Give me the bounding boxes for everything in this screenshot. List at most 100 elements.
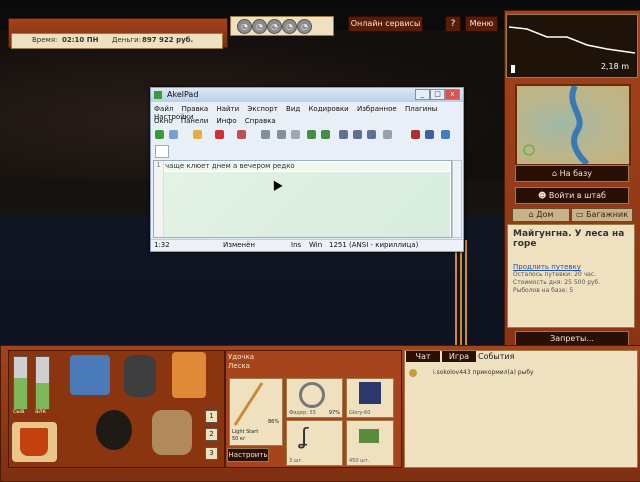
menu-button[interactable]: Меню: [465, 16, 498, 32]
chat-panel: i.sokolov443 прикормил(а) рыбу: [404, 350, 638, 468]
line-spool-icon: [359, 382, 381, 404]
close-icon[interactable]: x: [445, 89, 460, 100]
line-number: 1: [154, 161, 164, 237]
forward-icon[interactable]: [321, 130, 330, 139]
reel-label: Фидер: 55: [289, 410, 316, 416]
text-editor[interactable]: 1 чаще клюет днем а вечером редко: [153, 160, 452, 238]
editor-text[interactable]: чаще клюет днем а вечером редко: [165, 162, 449, 171]
line-label: Glory-60: [349, 410, 371, 416]
view-icon[interactable]: [383, 130, 392, 139]
menu-item[interactable]: Справка: [245, 117, 276, 125]
editor-area[interactable]: [164, 172, 450, 237]
battery-icon: [511, 65, 515, 73]
akelpad-toolbar: [153, 130, 459, 142]
rod-icon[interactable]: [460, 240, 462, 345]
backpack-icon[interactable]: [124, 355, 156, 397]
bait-count: 450 шт.: [349, 458, 370, 464]
replace-icon[interactable]: [353, 130, 362, 139]
pot-icon[interactable]: [96, 410, 132, 450]
creel-icon[interactable]: [152, 410, 192, 455]
location-map[interactable]: [515, 84, 631, 167]
bait-icon[interactable]: ◔: [237, 19, 252, 34]
menu-item[interactable]: Экспорт: [247, 105, 277, 113]
reel-cell[interactable]: Фидер: 55 97%: [286, 378, 343, 418]
rod-icon[interactable]: [465, 240, 467, 345]
bait-icon[interactable]: ◔: [282, 19, 297, 34]
menu-item[interactable]: Инфо: [217, 117, 237, 125]
slot-number[interactable]: 1: [205, 410, 218, 423]
depth-profile: 2,18 m: [506, 14, 638, 78]
rod-icon[interactable]: [455, 240, 457, 345]
reel-condition: 97%: [328, 410, 340, 416]
paste-icon[interactable]: [291, 130, 300, 139]
save-icon[interactable]: [237, 130, 246, 139]
setup-button[interactable]: Настроить: [227, 448, 269, 462]
to-base-button[interactable]: ⌂ На базу: [515, 165, 629, 182]
menu-item[interactable]: Файл: [154, 105, 173, 113]
open-icon[interactable]: [169, 130, 178, 139]
menu-item[interactable]: Найти: [216, 105, 239, 113]
help-button[interactable]: ?: [445, 16, 461, 32]
tab-events[interactable]: События: [478, 351, 514, 362]
slot-number[interactable]: 2: [205, 428, 218, 441]
event-icon: [409, 369, 417, 377]
akelpad-titlebar[interactable]: AkelPad _ □ x: [151, 88, 463, 102]
goto-icon[interactable]: [367, 130, 376, 139]
menu-item[interactable]: Вид: [286, 105, 300, 113]
maximize-icon[interactable]: □: [430, 89, 445, 100]
folder-icon[interactable]: [193, 130, 202, 139]
slot-number[interactable]: 3: [205, 447, 218, 460]
bait-icon[interactable]: ◔: [267, 19, 282, 34]
menu-item[interactable]: Панели: [181, 117, 208, 125]
bait-icon[interactable]: ◔: [297, 19, 312, 34]
location-info: Майгунгна. У леса на горе Продлить путев…: [507, 224, 635, 328]
notebook-icon[interactable]: [172, 352, 206, 398]
menu-item[interactable]: Правка: [182, 105, 209, 113]
find-icon[interactable]: [339, 130, 348, 139]
status-modified: Изменён: [223, 241, 256, 249]
akelpad-title: AkelPad: [167, 90, 199, 99]
hook-cell[interactable]: ʆ 3 шт.: [286, 420, 343, 466]
tab-luggage[interactable]: ▭ Багажник: [571, 208, 633, 222]
vertical-scrollbar[interactable]: [452, 160, 462, 238]
print-icon[interactable]: [261, 130, 270, 139]
menu-item[interactable]: Плагины: [405, 105, 437, 113]
line-cell[interactable]: Glory-60: [346, 378, 394, 418]
bait-icon[interactable]: ◔: [252, 19, 267, 34]
bait-cell[interactable]: 450 шт.: [346, 420, 394, 466]
time-value: 02:10 ПН: [62, 36, 99, 44]
new-icon[interactable]: [155, 130, 164, 139]
bucket-slot[interactable]: [12, 422, 57, 462]
enter-hq-button[interactable]: ☻ Войти в штаб: [515, 187, 629, 204]
akelpad-window: AkelPad _ □ x Файл Правка Найти Экспорт …: [150, 87, 464, 252]
map-river: [523, 84, 590, 167]
menu-item[interactable]: Избранное: [357, 105, 397, 113]
encoding-icon[interactable]: [411, 130, 420, 139]
copy-icon[interactable]: [277, 130, 286, 139]
back-icon[interactable]: [307, 130, 316, 139]
close-doc-icon[interactable]: [215, 130, 224, 139]
tackle-box-icon[interactable]: [70, 355, 110, 395]
depth-value: 2,18 m: [600, 62, 629, 71]
tab-game[interactable]: Игра: [442, 351, 476, 362]
document-tab[interactable]: [155, 145, 169, 158]
car-icon: ▭: [575, 210, 587, 219]
tab-home[interactable]: ⌂ Дом: [512, 208, 570, 222]
menu-item[interactable]: Окно: [154, 117, 173, 125]
line-title: Леска: [228, 362, 250, 370]
online-services-button[interactable]: Онлайн сервисы: [348, 16, 423, 32]
compass-icon: [523, 144, 535, 156]
settings-icon[interactable]: [425, 130, 434, 139]
rod-cell[interactable]: Light Start 50 кг 86%: [229, 378, 283, 446]
info-icon[interactable]: [441, 130, 450, 139]
extend-trip-link[interactable]: Продлить путевку: [513, 263, 629, 271]
satiety-gauge: [13, 356, 28, 410]
menu-item[interactable]: Кодировки: [308, 105, 348, 113]
time-label: Время:: [32, 36, 58, 44]
minimize-icon[interactable]: _: [415, 89, 430, 100]
tab-chat[interactable]: Чат: [406, 351, 440, 362]
money-label: Деньги:: [112, 36, 142, 44]
alcohol-label: алк: [35, 408, 47, 415]
day-cost: Стоимость дня: 25 500 руб.: [513, 279, 601, 286]
trip-left: Осталось путевки: 20 час.: [513, 271, 597, 278]
